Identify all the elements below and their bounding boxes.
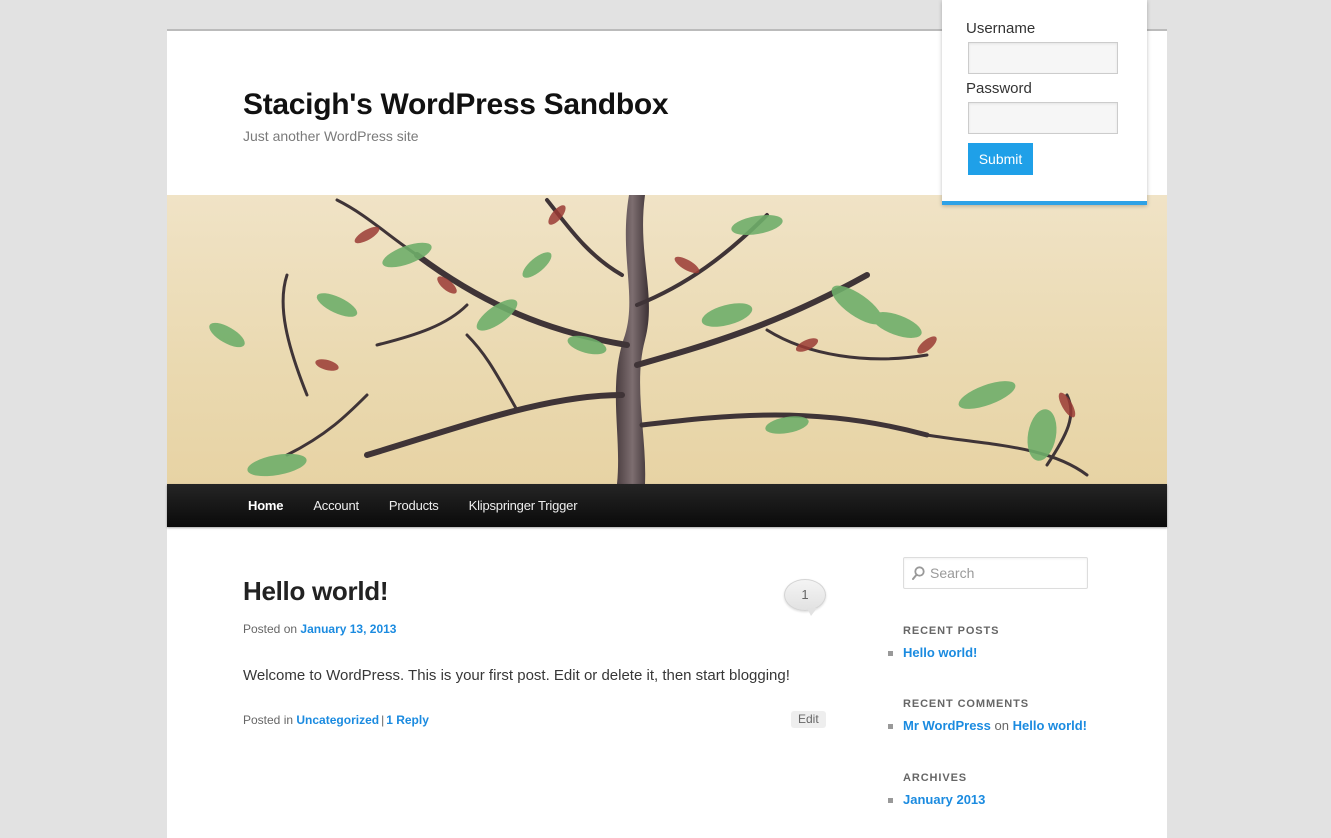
search-input[interactable]: [930, 562, 1080, 584]
recent-comments-title: RECENT COMMENTS: [903, 698, 1029, 710]
category-link[interactable]: Uncategorized: [296, 713, 379, 727]
header-banner-image: [167, 195, 1167, 484]
recent-posts-list: Hello world!: [887, 644, 977, 662]
post-content: Welcome to WordPress. This is your first…: [243, 667, 790, 684]
username-input[interactable]: [968, 42, 1118, 74]
site-description: Just another WordPress site: [243, 128, 419, 144]
password-label: Password: [966, 80, 1032, 97]
list-item: Mr WordPress on Hello world!: [887, 717, 1087, 735]
post-date-link[interactable]: January 13, 2013: [300, 622, 396, 636]
posted-on-label: Posted on: [243, 622, 298, 636]
password-input[interactable]: [968, 102, 1118, 134]
recent-posts-title: RECENT POSTS: [903, 625, 1000, 637]
archives-title: ARCHIVES: [903, 772, 968, 784]
login-popup: Username Password Submit: [942, 0, 1147, 205]
archives-list: January 2013: [887, 791, 985, 809]
comment-author-link[interactable]: Mr WordPress: [903, 718, 991, 733]
submit-button[interactable]: Submit: [968, 143, 1033, 175]
site-title[interactable]: Stacigh's WordPress Sandbox: [243, 85, 669, 125]
post-footer: Posted in Uncategorized | 1 Reply: [243, 712, 429, 728]
nav-item-klipspringer-trigger[interactable]: Klipspringer Trigger: [454, 484, 593, 527]
comment-on-label: on: [994, 718, 1009, 733]
recent-comments-list: Mr WordPress on Hello world!: [887, 717, 1087, 735]
list-item: January 2013: [887, 791, 985, 809]
edit-post-link[interactable]: Edit: [791, 711, 826, 728]
search-form: [903, 557, 1088, 589]
reply-link[interactable]: 1 Reply: [386, 713, 429, 727]
archive-link[interactable]: January 2013: [903, 792, 985, 807]
nav-item-products[interactable]: Products: [374, 484, 454, 527]
recent-post-link[interactable]: Hello world!: [903, 645, 977, 660]
list-item: Hello world!: [887, 644, 977, 662]
post-meta: Posted on January 13, 2013: [243, 621, 396, 637]
comment-post-link[interactable]: Hello world!: [1013, 718, 1087, 733]
nav-item-account[interactable]: Account: [298, 484, 374, 527]
posted-in-label: Posted in: [243, 713, 294, 727]
username-label: Username: [966, 20, 1036, 37]
main-navigation: Home Account Products Klipspringer Trigg…: [167, 484, 1167, 527]
search-icon: [912, 566, 925, 580]
comments-count-bubble[interactable]: 1: [784, 579, 826, 616]
nav-item-home[interactable]: Home: [233, 484, 298, 527]
post-title[interactable]: Hello world!: [243, 573, 388, 609]
